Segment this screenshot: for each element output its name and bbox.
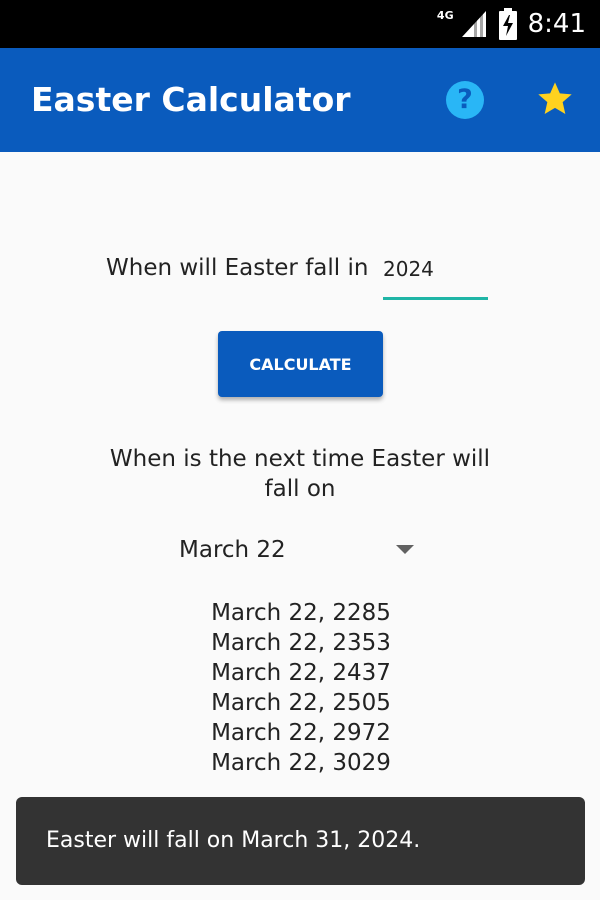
next-occurrence-label: When is the next time Easter will fall o… (109, 446, 491, 502)
signal-icon (461, 11, 486, 37)
help-circle-icon[interactable]: ? (446, 81, 484, 119)
dropdown-arrow-icon (396, 545, 414, 554)
app-bar: Easter Calculator ? (0, 48, 600, 152)
list-item: March 22, 2972 (211, 720, 391, 746)
calculate-button[interactable]: CALCULATE (218, 331, 383, 397)
results-list: March 22, 2285 March 22, 2353 March 22, … (100, 598, 502, 778)
list-item: March 22, 2353 (211, 630, 391, 656)
list-item: March 22, 3029 (211, 750, 391, 776)
date-dropdown-value: March 22 (179, 537, 286, 563)
status-icons: 4G 8:41 (433, 0, 586, 48)
year-input[interactable] (383, 252, 488, 300)
list-item: March 22, 2285 (211, 600, 391, 626)
app-title: Easter Calculator (31, 80, 351, 119)
status-bar: 4G 8:41 (0, 0, 600, 48)
network-type-label: 4G (436, 8, 454, 22)
snackbar-message: Easter will fall on March 31, 2024. (46, 828, 421, 853)
status-time: 8:41 (527, 9, 586, 39)
list-item: March 22, 2505 (211, 690, 391, 716)
date-dropdown[interactable]: March 22 (179, 530, 424, 570)
snackbar: Easter will fall on March 31, 2024. (16, 797, 585, 885)
year-prompt-label: When will Easter fall in (106, 255, 369, 281)
star-icon[interactable] (535, 79, 575, 119)
list-item: March 22, 2437 (211, 660, 391, 686)
battery-charging-icon (498, 8, 517, 40)
